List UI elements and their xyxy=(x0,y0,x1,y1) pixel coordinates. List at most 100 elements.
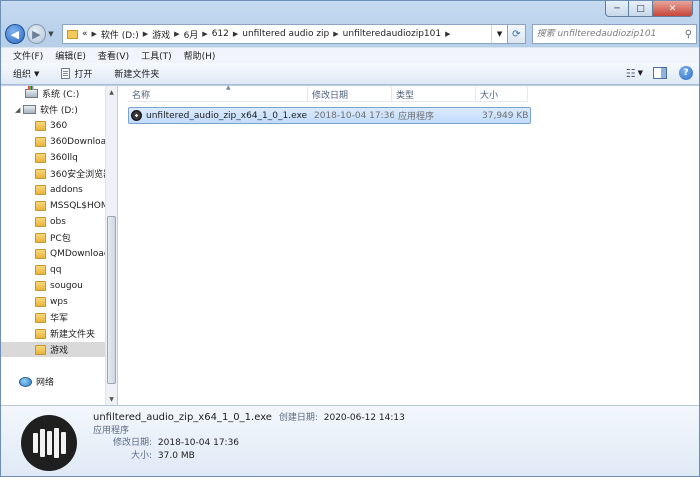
menu-tools[interactable]: 工具(T) xyxy=(135,49,178,62)
sidebar-item[interactable]: MSSQL$HOME xyxy=(1,198,105,213)
open-button[interactable]: 打开 xyxy=(61,67,92,80)
sidebar-item[interactable]: wps xyxy=(1,294,105,309)
folder-icon xyxy=(35,152,46,163)
scroll-down-icon[interactable]: ▼ xyxy=(106,393,117,405)
folder-icon xyxy=(35,184,46,195)
folder-icon xyxy=(35,120,46,131)
maximize-button[interactable]: □ xyxy=(629,1,653,17)
breadcrumb-item[interactable]: 612 xyxy=(212,29,229,39)
column-headers: 名称 ▲ 修改日期 类型 大小 xyxy=(128,84,528,102)
back-button[interactable]: ◀ xyxy=(5,24,25,44)
recent-pages-dropdown[interactable]: ▼ xyxy=(48,30,58,38)
sidebar-item[interactable]: qq xyxy=(1,262,105,277)
menu-help[interactable]: 帮助(H) xyxy=(178,49,222,62)
sidebar-item[interactable]: 华军 xyxy=(1,310,105,325)
scroll-up-icon[interactable]: ▲ xyxy=(106,86,117,98)
sidebar-item[interactable]: 360安全浏览器 xyxy=(1,166,105,181)
sidebar-item-label: MSSQL$HOME xyxy=(50,200,105,211)
sidebar-item[interactable]: addons xyxy=(1,182,105,197)
column-type[interactable]: 类型 xyxy=(392,86,476,102)
chevron-right-icon[interactable]: ▶ xyxy=(202,30,207,38)
document-icon xyxy=(61,68,71,79)
breadcrumb-item[interactable]: 6月 xyxy=(184,28,199,41)
address-bar[interactable]: « ▶ 软件 (D:) ▶ 游戏 ▶ 6月 ▶ 612 ▶ unfiltered… xyxy=(62,24,509,44)
breadcrumb-item[interactable]: unfiltered audio zip xyxy=(242,29,329,39)
search-box[interactable]: ⚲ xyxy=(531,24,698,44)
views-icon[interactable]: ☷ xyxy=(626,67,636,80)
search-input[interactable] xyxy=(536,29,685,39)
folder-icon xyxy=(35,328,46,339)
sidebar-item[interactable]: QMDownload xyxy=(1,246,105,261)
sidebar-item-label: 游戏 xyxy=(50,346,69,356)
minimize-button[interactable]: ─ xyxy=(605,1,629,17)
folder-icon xyxy=(67,29,78,39)
sidebar-item[interactable]: PC包 xyxy=(1,230,105,245)
preview-pane-icon[interactable] xyxy=(653,67,667,79)
breadcrumb-item[interactable]: unfilteredaudiozip101 xyxy=(343,29,441,39)
expand-arrow-icon[interactable]: ◢ xyxy=(15,106,23,114)
column-size[interactable]: 大小 xyxy=(476,86,528,102)
column-modified-label: 修改日期 xyxy=(312,90,349,101)
sidebar-item-label: 360llq xyxy=(50,152,78,163)
breadcrumb-overflow[interactable]: « xyxy=(82,29,88,39)
application-large-icon xyxy=(21,415,77,471)
address-dropdown[interactable]: ▼ xyxy=(491,25,507,43)
sidebar-item[interactable]: 360Downloads xyxy=(1,134,105,149)
scroll-thumb[interactable] xyxy=(107,216,116,384)
help-icon[interactable]: ? xyxy=(679,66,693,80)
views-dropdown[interactable]: ▼ xyxy=(638,69,643,77)
column-name[interactable]: 名称 ▲ xyxy=(128,84,308,102)
chevron-right-icon[interactable]: ▶ xyxy=(143,30,148,38)
sidebar-item[interactable]: obs xyxy=(1,214,105,229)
sidebar-item[interactable]: ◢ 软件 (D:) xyxy=(1,102,105,117)
file-type: 应用程序 xyxy=(398,112,435,122)
table-row[interactable]: unfiltered_audio_zip_x64_1_0_1.exe 2018-… xyxy=(128,107,531,124)
command-bar: 组织 ▼ 打开 新建文件夹 ☷ ▼ ? xyxy=(1,63,699,85)
sidebar-item-label: 360Downloads xyxy=(50,136,105,147)
menu-file[interactable]: 文件(F) xyxy=(7,49,49,62)
search-icon[interactable]: ⚲ xyxy=(685,29,692,40)
file-modified: 2018-10-04 17:36 xyxy=(314,110,394,121)
chevron-right-icon[interactable]: ▶ xyxy=(333,30,338,38)
breadcrumb: « ▶ 软件 (D:) ▶ 游戏 ▶ 6月 ▶ 612 ▶ unfiltered… xyxy=(82,28,455,41)
organize-label: 组织 xyxy=(13,70,32,80)
details-pane: unfiltered_audio_zip_x64_1_0_1.exe 创建日期:… xyxy=(1,405,699,476)
caption-buttons: ─ □ ✕ xyxy=(605,1,693,17)
chevron-right-icon[interactable]: ▶ xyxy=(233,30,238,38)
sidebar-item[interactable]: 系统 (C:) xyxy=(1,86,105,101)
file-list-pane: 名称 ▲ 修改日期 类型 大小 unfiltered_audio_zip_x64… xyxy=(118,84,699,405)
sidebar-item[interactable]: 360llq xyxy=(1,150,105,165)
organize-button[interactable]: 组织 ▼ xyxy=(13,67,39,81)
breadcrumb-item[interactable]: 软件 (D:) xyxy=(101,28,139,41)
view-controls: ☷ ▼ ? xyxy=(626,66,693,80)
sidebar-item[interactable]: 新建文件夹 xyxy=(1,326,105,341)
sidebar-item[interactable]: 360 xyxy=(1,118,105,133)
breadcrumb-item[interactable]: 游戏 xyxy=(152,28,170,41)
close-button[interactable]: ✕ xyxy=(653,1,693,17)
folder-icon xyxy=(35,344,46,355)
file-size: 37,949 KB xyxy=(482,110,529,121)
chevron-right-icon[interactable]: ▶ xyxy=(174,30,179,38)
chevron-right-icon[interactable]: ▶ xyxy=(92,30,97,38)
menu-view[interactable]: 查看(V) xyxy=(92,49,135,62)
drive-icon xyxy=(23,105,36,114)
arrow-right-icon: ▶ xyxy=(32,27,41,41)
sidebar-item[interactable]: sougou xyxy=(1,278,105,293)
details-size-value: 37.0 MB xyxy=(157,451,195,461)
details-size-label: 大小: xyxy=(131,451,153,461)
nav-scrollbar[interactable]: ▲ ▼ xyxy=(105,86,117,405)
forward-button[interactable]: ▶ xyxy=(26,24,47,44)
new-folder-button[interactable]: 新建文件夹 xyxy=(114,67,159,80)
folder-icon xyxy=(35,264,46,275)
menu-edit[interactable]: 编辑(E) xyxy=(49,49,92,62)
refresh-button[interactable]: ⟳ xyxy=(508,24,526,44)
sidebar-item[interactable]: 游戏 xyxy=(1,342,105,357)
sidebar-item-label: 新建文件夹 xyxy=(50,330,96,340)
chevron-right-icon[interactable]: ▶ xyxy=(445,30,450,38)
sidebar-item[interactable]: 网络 xyxy=(1,374,105,389)
column-modified[interactable]: 修改日期 xyxy=(308,86,392,102)
network-icon xyxy=(19,376,32,387)
folder-icon xyxy=(35,168,46,179)
folder-icon xyxy=(35,248,46,259)
application-icon xyxy=(131,110,142,121)
